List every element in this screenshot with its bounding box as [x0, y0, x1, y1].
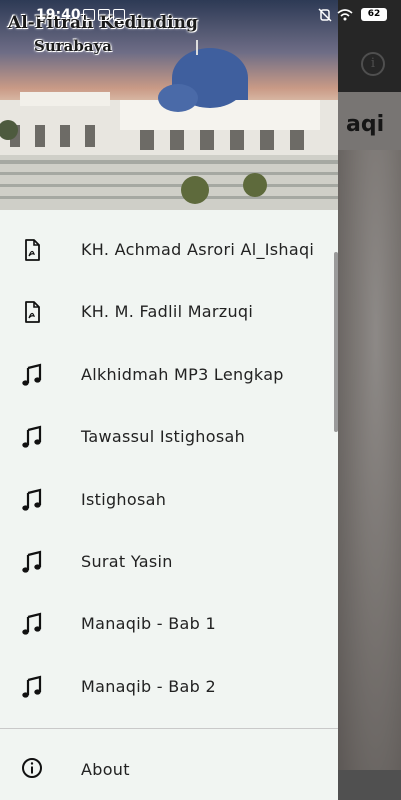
header-subtitle: Surabaya	[34, 37, 113, 55]
wifi-icon	[337, 9, 353, 21]
menu-item-mp3-lengkap[interactable]: Alkhidmah MP3 Lengkap	[0, 345, 338, 407]
menu-item-label: Manaqib - Bab 2	[81, 676, 216, 696]
menu-item-about[interactable]: About	[0, 738, 338, 798]
pdf-file-icon	[25, 239, 40, 261]
drawer-divider	[0, 728, 338, 729]
music-note-icon	[22, 550, 42, 573]
drawer-menu-list: KH. Achmad Asrori Al_Ishaqi KH. M. Fadli…	[0, 220, 338, 719]
silent-icon	[318, 8, 332, 22]
menu-item-manaqib-bab-2[interactable]: Manaqib - Bab 2	[0, 657, 338, 719]
notification-icon	[83, 9, 95, 21]
menu-item-label: Tawassul Istighosah	[81, 427, 246, 447]
menu-item-istighosah[interactable]: Istighosah	[0, 470, 338, 532]
info-icon	[22, 758, 42, 778]
drawer-header: Al-Fitrah Kedinding Surabaya	[0, 0, 338, 210]
menu-item-label: KH. Achmad Asrori Al_Ishaqi	[81, 240, 315, 259]
music-note-icon	[22, 612, 42, 635]
battery-indicator: 62	[361, 8, 387, 21]
menu-item-label: Manaqib - Bab 1	[81, 614, 216, 634]
menu-item-label: Istighosah	[81, 489, 167, 509]
menu-item-label: About	[81, 760, 130, 779]
menu-item-asrori[interactable]: KH. Achmad Asrori Al_Ishaqi	[0, 220, 338, 282]
menu-item-tawassul[interactable]: Tawassul Istighosah	[0, 407, 338, 469]
music-note-icon	[22, 675, 42, 698]
menu-item-surat-yasin[interactable]: Surat Yasin	[0, 532, 338, 594]
menu-item-label: Surat Yasin	[81, 551, 173, 571]
navigation-drawer: Al-Fitrah Kedinding Surabaya KH. Achmad …	[0, 0, 338, 800]
pdf-file-icon	[25, 301, 40, 324]
app-icon	[113, 9, 125, 21]
status-time: 19:40	[36, 7, 81, 23]
music-note-icon	[22, 363, 42, 386]
menu-item-label: Alkhidmah MP3 Lengkap	[81, 364, 284, 384]
mail-icon	[98, 9, 110, 21]
music-note-icon	[22, 488, 42, 511]
menu-item-label: KH. M. Fadlil Marzuqi	[81, 302, 254, 322]
drawer-scrollbar[interactable]	[334, 252, 338, 432]
music-note-icon	[22, 425, 42, 448]
menu-item-fadlil[interactable]: KH. M. Fadlil Marzuqi	[0, 282, 338, 344]
menu-item-manaqib-bab-1[interactable]: Manaqib - Bab 1	[0, 594, 338, 656]
status-bar: 19:40 62	[0, 0, 401, 30]
